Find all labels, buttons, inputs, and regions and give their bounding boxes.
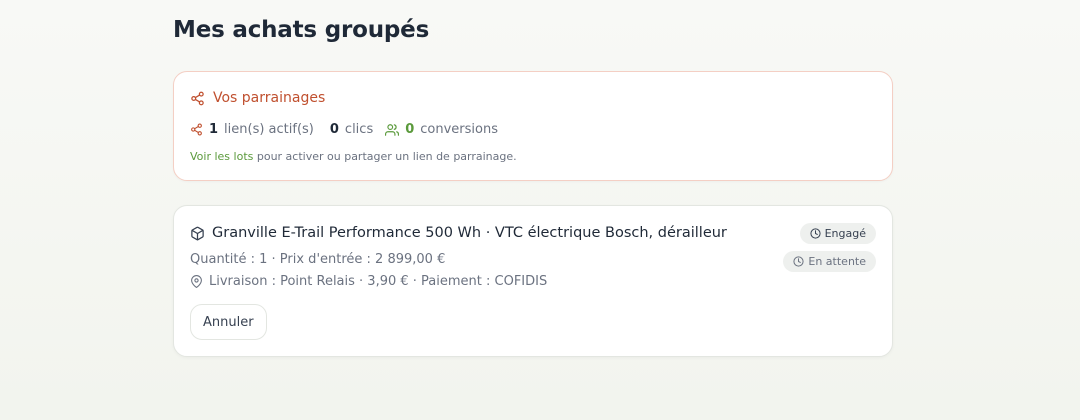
referrals-hint-text: pour activer ou partager un lien de parr… (253, 150, 517, 163)
see-lots-link[interactable]: Voir les lots (190, 150, 253, 163)
active-links-label: lien(s) actif(s) (224, 122, 314, 137)
referrals-title: Vos parrainages (213, 90, 326, 106)
package-icon (190, 226, 205, 241)
conversions-label: conversions (420, 122, 498, 137)
clicks-count: 0 (329, 122, 339, 137)
delivery-text: Livraison : Point Relais · 3,90 € · Paie… (209, 274, 548, 289)
clock-icon (810, 228, 821, 239)
badge-engaged-label: Engagé (824, 227, 866, 240)
page: Mes achats groupés Vos parrainages 1 lie… (0, 0, 1080, 420)
share-icon (190, 123, 203, 136)
status-badge-engaged: Engagé (799, 223, 876, 244)
product-header: Granville E-Trail Performance 500 Wh · V… (190, 225, 727, 241)
badge-pending-label: En attente (808, 255, 866, 268)
cancel-button[interactable]: Annuler (190, 304, 267, 340)
stat-conversions: 0 conversions (385, 122, 498, 137)
quantity-price-line: Quantité : 1 · Prix d'entrée : 2 899,00 … (190, 252, 446, 267)
clicks-label: clics (344, 122, 374, 137)
order-card: Granville E-Trail Performance 500 Wh · V… (173, 205, 893, 357)
share-icon (190, 91, 205, 106)
map-pin-icon (190, 275, 203, 288)
stat-active-links: 1 lien(s) actif(s) (190, 122, 314, 137)
status-badge-pending: En attente (783, 251, 876, 272)
referrals-hint: Voir les lots pour activer ou partager u… (190, 150, 517, 163)
delivery-line: Livraison : Point Relais · 3,90 € · Paie… (190, 274, 547, 289)
users-icon (385, 123, 400, 137)
referrals-header: Vos parrainages (190, 90, 325, 106)
active-links-count: 1 (209, 122, 219, 137)
referrals-card: Vos parrainages 1 lien(s) actif(s) 0 cli (173, 71, 893, 181)
main-content: Mes achats groupés Vos parrainages 1 lie… (173, 0, 893, 357)
product-name: Granville E-Trail Performance 500 Wh · V… (212, 225, 727, 241)
clock-icon (793, 256, 804, 267)
page-title: Mes achats groupés (173, 17, 430, 43)
referrals-stats: 1 lien(s) actif(s) 0 clics 0 conversions (190, 122, 498, 137)
stat-clicks: 0 clics (324, 122, 373, 137)
conversions-count: 0 (405, 122, 415, 137)
